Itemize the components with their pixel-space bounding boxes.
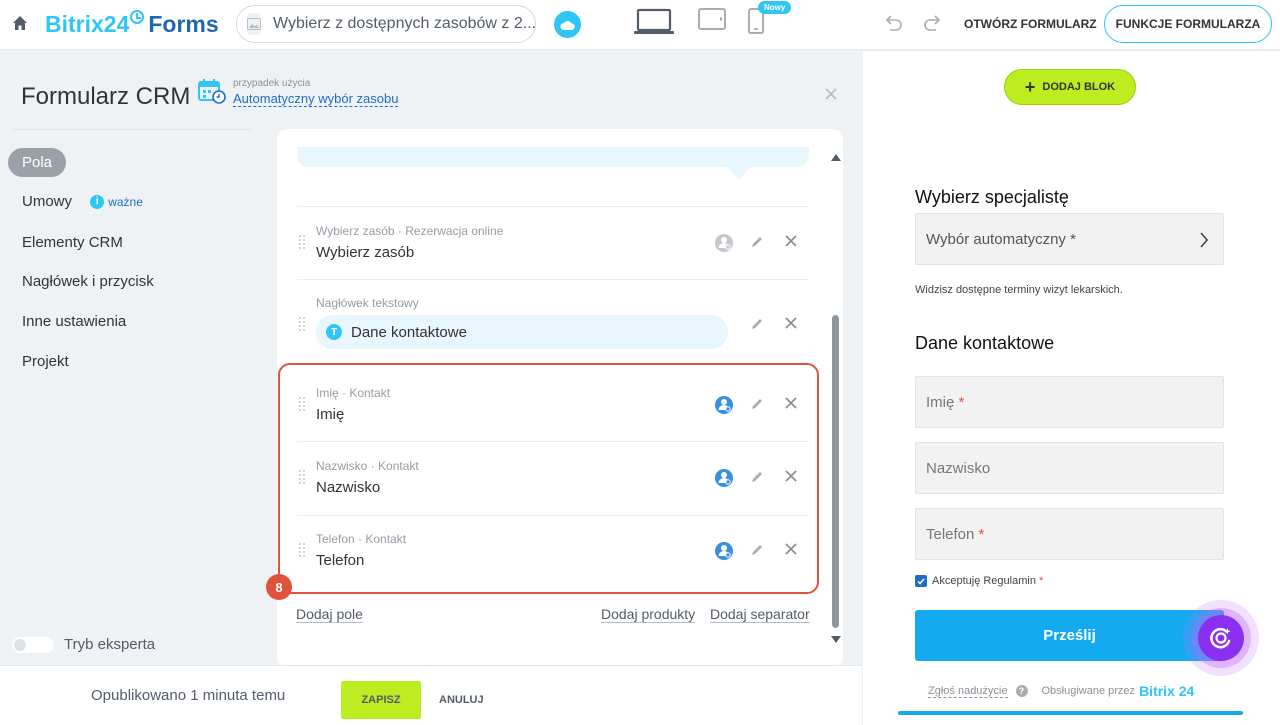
plus-icon: + xyxy=(1024,77,1036,97)
preview-bottom-line xyxy=(898,711,1243,715)
redo-icon[interactable] xyxy=(922,14,942,32)
last-name-input[interactable]: Nazwisko xyxy=(915,442,1224,494)
field-name: Dane kontaktowe xyxy=(351,323,467,341)
cloud-button[interactable] xyxy=(554,11,581,38)
field-row-resource[interactable]: Wybierz zasób · Rezerwacja online Wybier… xyxy=(297,207,809,279)
resource-select[interactable]: Wybierz z dostępnych zasobów z 2... xyxy=(236,5,536,43)
delete-icon[interactable] xyxy=(785,317,797,329)
drag-handle-icon[interactable] xyxy=(299,317,305,331)
info-bubble xyxy=(297,147,809,167)
close-icon[interactable] xyxy=(824,87,838,101)
phone-placeholder: Telefon * xyxy=(926,526,985,543)
expert-mode[interactable]: Tryb eksperta xyxy=(12,636,155,653)
nav-item-agreements[interactable]: Umowy i ważne xyxy=(22,193,143,210)
page-title: Formularz CRM xyxy=(21,83,191,110)
image-icon xyxy=(247,13,261,35)
tablet-view-icon[interactable] xyxy=(698,8,726,30)
crm-mapping-icon[interactable] xyxy=(714,233,734,253)
specialist-select[interactable]: Wybór automatyczny * xyxy=(915,213,1224,265)
undo-icon[interactable] xyxy=(884,14,904,32)
nav-item-fields[interactable]: Pola xyxy=(8,148,67,177)
scrollbar-thumb[interactable] xyxy=(832,315,839,628)
add-separator-link[interactable]: Dodaj separator xyxy=(710,606,810,623)
chevron-right-icon xyxy=(1200,232,1209,248)
save-button[interactable]: ZAPISZ xyxy=(341,681,421,719)
drag-handle-icon[interactable] xyxy=(299,235,305,249)
usecase-link[interactable]: Automatyczny wybór zasobu xyxy=(233,91,399,107)
ai-assistant-button[interactable] xyxy=(1183,600,1259,676)
logo-product: Forms xyxy=(148,11,219,37)
specialist-hint: Widzisz dostępne terminy wizyt lekarskic… xyxy=(915,284,1123,296)
cloud-icon xyxy=(560,20,575,30)
assistant-core xyxy=(1198,615,1244,661)
step-badge: 8 xyxy=(266,574,292,600)
cancel-button[interactable]: ANULUJ xyxy=(439,694,484,706)
check-icon xyxy=(917,578,925,585)
form-functions-button[interactable]: FUNKCJE FORMULARZA xyxy=(1104,5,1272,43)
usecase-label: przypadek użycia xyxy=(233,78,311,89)
field-row-text-header[interactable]: Nagłówek tekstowy T Dane kontaktowe xyxy=(297,279,809,351)
last-name-placeholder: Nazwisko xyxy=(926,460,991,477)
field-name: Wybierz zasób xyxy=(316,244,415,261)
field-subtitle: Nagłówek tekstowy xyxy=(316,296,419,310)
powered-by-brand[interactable]: Bitrix 24 xyxy=(1139,683,1194,699)
home-icon[interactable] xyxy=(12,15,28,31)
desktop-view-icon[interactable] xyxy=(634,8,674,36)
field-subtitle: Wybierz zasób · Rezerwacja online xyxy=(316,224,504,238)
nav-item-crm-entities[interactable]: Elementy CRM xyxy=(22,234,123,251)
edit-icon[interactable] xyxy=(750,235,764,249)
scroll-up-icon[interactable] xyxy=(831,153,841,161)
help-icon[interactable]: ? xyxy=(1015,685,1028,697)
info-icon: i xyxy=(90,194,105,209)
copilot-icon xyxy=(1210,627,1231,649)
submit-button[interactable]: Prześlij xyxy=(915,610,1224,661)
resource-select-value: Wybierz z dostępnych zasobów z 2... xyxy=(273,15,537,32)
specialist-heading: Wybierz specjalistę xyxy=(915,187,1069,207)
new-badge: Nowy xyxy=(758,1,792,14)
nav-item-header-and-button[interactable]: Nagłówek i przycisk xyxy=(22,273,154,290)
terms-checkbox-row[interactable]: Akceptuję Regulamin * xyxy=(915,575,1043,587)
phone-input[interactable]: Telefon * xyxy=(915,508,1224,560)
expert-mode-toggle[interactable] xyxy=(12,636,54,653)
bottom-bar: Opublikowano 1 minuta temu ZAPISZ ANULUJ xyxy=(0,665,862,725)
top-bar: Bitrix24 Forms Wybierz z dostępnych zasob… xyxy=(0,0,1280,50)
report-abuse-link[interactable]: Zgłoś nadużycie xyxy=(928,685,1008,698)
add-block-label: DODAJ BLOK xyxy=(1042,81,1116,93)
expert-mode-label: Tryb eksperta xyxy=(64,636,156,653)
nav-item-label: Umowy xyxy=(22,193,73,210)
calendar-icon xyxy=(198,79,226,104)
text-header-icon: T xyxy=(326,324,342,340)
open-form-link[interactable]: OTWÓRZ FORMULARZ xyxy=(964,17,1097,31)
important-label: ważne xyxy=(108,194,143,209)
edit-icon[interactable] xyxy=(750,317,764,331)
first-name-input[interactable]: Imię * xyxy=(915,376,1224,428)
powered-by-label: Obsługiwane przez xyxy=(1041,685,1136,697)
scroll-down-icon[interactable] xyxy=(831,636,841,644)
assistant-ring xyxy=(1191,608,1251,668)
add-block-button[interactable]: + DODAJ BLOK xyxy=(1004,69,1136,105)
preview-footer: Zgłoś nadużycie ? Obsługiwane przez Bitr… xyxy=(928,683,1194,699)
add-field-link[interactable]: Dodaj pole xyxy=(296,606,363,623)
highlight-frame xyxy=(278,363,819,594)
info-bubble-tail xyxy=(727,167,751,179)
specialist-select-value: Wybór automatyczny * xyxy=(926,231,1076,248)
nav-item-other-settings[interactable]: Inne ustawienia xyxy=(22,313,126,330)
add-products-link[interactable]: Dodaj produkty xyxy=(601,606,696,623)
logo[interactable]: Bitrix24 Forms xyxy=(45,10,219,38)
clock-icon xyxy=(130,10,145,24)
nav-divider xyxy=(12,129,252,130)
text-header-pill: T Dane kontaktowe xyxy=(316,315,728,349)
logo-brand: Bitrix24 xyxy=(45,11,130,37)
terms-label: Akceptuję Regulamin * xyxy=(932,575,1044,587)
nav-item-design[interactable]: Projekt xyxy=(22,353,69,370)
first-name-placeholder: Imię * xyxy=(926,394,965,411)
publish-status: Opublikowano 1 minuta temu xyxy=(91,687,286,704)
contact-heading: Dane kontaktowe xyxy=(915,333,1055,353)
important-badge[interactable]: i ważne xyxy=(90,194,143,209)
terms-checkbox[interactable] xyxy=(915,575,927,587)
delete-icon[interactable] xyxy=(785,235,797,247)
